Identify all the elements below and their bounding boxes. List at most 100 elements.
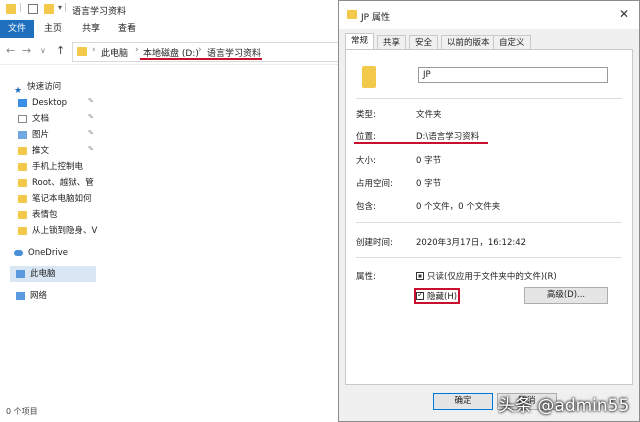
- folder-icon: [362, 66, 376, 88]
- nav-label: 快速访问: [27, 82, 62, 92]
- nav-label: 推文: [32, 146, 50, 156]
- attributes-label: 属性:: [356, 272, 376, 282]
- nav-label: 此电脑: [30, 269, 56, 279]
- ribbon-tab-home[interactable]: 主页: [36, 20, 70, 38]
- folder-icon: [347, 10, 357, 19]
- type-value: 文件夹: [416, 110, 442, 120]
- nav-folder-tuiwen[interactable]: 推文: [18, 143, 98, 159]
- folder-icon: [18, 226, 27, 235]
- breadcrumb-thispc[interactable]: 此电脑: [101, 46, 128, 59]
- nav-label: 表情包: [32, 210, 58, 220]
- folder-icon: [18, 146, 27, 155]
- close-icon[interactable]: ✕: [619, 7, 629, 21]
- chevron-down-icon[interactable]: ▾: [58, 3, 62, 12]
- up-arrow-icon[interactable]: ↑: [56, 44, 65, 57]
- nav-label: OneDrive: [28, 248, 68, 258]
- breadcrumb-separator: ›: [198, 45, 202, 55]
- nav-label: 图片: [32, 130, 50, 140]
- tab-sharing[interactable]: 共享: [377, 35, 407, 50]
- nav-onedrive[interactable]: OneDrive: [14, 245, 94, 261]
- nav-label: 笔记本电脑如何: [32, 194, 92, 204]
- disk-size-label: 占用空间:: [356, 179, 393, 189]
- disk-size-value: 0 字节: [416, 179, 442, 189]
- contains-value: 0 个文件，0 个文件夹: [416, 202, 501, 212]
- highlight-underline: [354, 142, 488, 144]
- separator: |: [19, 3, 23, 13]
- ribbon-tab-file[interactable]: 文件: [0, 20, 35, 38]
- watermark: 头条 @admin55: [498, 396, 630, 416]
- nav-quick-access[interactable]: ★ 快速访问: [14, 79, 94, 95]
- nav-thispc[interactable]: 此电脑: [10, 266, 96, 282]
- type-label: 类型:: [356, 110, 376, 120]
- folder-icon: [18, 178, 27, 187]
- tab-previous-versions[interactable]: 以前的版本: [441, 35, 496, 50]
- nav-desktop[interactable]: Desktop: [18, 95, 98, 111]
- dialog-title-bar: JP 属性 ✕: [339, 1, 639, 29]
- back-arrow-icon[interactable]: ←: [6, 44, 15, 57]
- pin-icon[interactable]: ✎: [88, 145, 94, 153]
- created-value: 2020年3月17日，16:12:42: [416, 238, 527, 248]
- window-title: 语言学习资料: [72, 7, 127, 17]
- nav-label: 从上锁到隐身、V: [32, 226, 98, 236]
- highlight-box: [414, 288, 460, 304]
- star-icon: ★: [14, 85, 23, 96]
- forward-arrow-icon[interactable]: →: [22, 44, 31, 57]
- recent-chevron-icon[interactable]: ∨: [40, 46, 46, 55]
- divider: [356, 257, 622, 258]
- tab-general[interactable]: 常规: [345, 33, 375, 50]
- ok-button[interactable]: 确定: [433, 393, 493, 410]
- nav-folder-root[interactable]: Root、越狱、管: [18, 175, 98, 191]
- nav-folder-phone-control[interactable]: 手机上控制电: [18, 159, 98, 175]
- nav-folder-lock[interactable]: 从上锁到隐身、V: [18, 223, 98, 239]
- pin-icon[interactable]: ✎: [88, 113, 94, 121]
- document-icon: [18, 114, 27, 123]
- nav-folder-emoji[interactable]: 表情包: [18, 207, 98, 223]
- general-panel: JP 类型: 文件夹 位置: D:\语言学习资料 大小: 0 字节 占用空间: …: [345, 49, 633, 385]
- properties-dialog: JP 属性 ✕ 常规 共享 安全 以前的版本 自定义 JP 类型: 文件夹 位置…: [338, 0, 640, 422]
- readonly-checkbox[interactable]: [416, 272, 424, 280]
- divider: [356, 222, 622, 223]
- dialog-title: JP 属性: [361, 13, 390, 23]
- highlight-underline: [140, 58, 262, 60]
- tab-customize[interactable]: 自定义: [493, 35, 531, 50]
- readonly-label: 只读(仅应用于文件夹中的文件)(R): [427, 272, 557, 282]
- folder-name-input[interactable]: JP: [418, 67, 608, 83]
- pin-icon[interactable]: ✎: [88, 129, 94, 137]
- folder-icon: [6, 4, 16, 14]
- nav-network[interactable]: 网络: [16, 288, 96, 304]
- created-label: 创建时间:: [356, 238, 393, 248]
- nav-folder-laptop[interactable]: 笔记本电脑如何: [18, 191, 98, 207]
- pin-icon[interactable]: ✎: [88, 97, 94, 105]
- separator: |: [64, 3, 68, 13]
- size-label: 大小:: [356, 156, 376, 166]
- size-value: 0 字节: [416, 156, 442, 166]
- computer-icon: [16, 269, 25, 278]
- advanced-button[interactable]: 高级(D)...: [524, 287, 608, 304]
- network-icon: [16, 291, 25, 300]
- nav-pictures[interactable]: 图片: [18, 127, 98, 143]
- divider: [356, 98, 622, 99]
- folder-icon: [18, 194, 27, 203]
- nav-label: 网络: [30, 291, 48, 301]
- properties-icon[interactable]: [28, 4, 38, 14]
- location-value: D:\语言学习资料: [416, 132, 480, 142]
- ribbon-tab-share[interactable]: 共享: [74, 20, 108, 38]
- folder-icon: [18, 162, 27, 171]
- ribbon-tab-view[interactable]: 查看: [110, 20, 144, 38]
- new-folder-icon[interactable]: [44, 4, 54, 14]
- nav-documents[interactable]: 文档: [18, 111, 98, 127]
- breadcrumb-separator: ›: [135, 45, 139, 55]
- cloud-icon: [14, 249, 23, 256]
- nav-label: Root、越狱、管: [32, 178, 94, 188]
- nav-label: Desktop: [32, 98, 68, 108]
- contains-label: 包含:: [356, 202, 376, 212]
- nav-label: 文档: [32, 114, 50, 124]
- location-label: 位置:: [356, 132, 376, 142]
- picture-icon: [18, 130, 27, 139]
- folder-icon: [18, 210, 27, 219]
- tab-security[interactable]: 安全: [409, 35, 439, 50]
- nav-label: 手机上控制电: [32, 162, 84, 172]
- status-bar-text: 0 个项目: [6, 407, 38, 416]
- breadcrumb-separator: ›: [92, 45, 96, 55]
- desktop-icon: [18, 98, 27, 107]
